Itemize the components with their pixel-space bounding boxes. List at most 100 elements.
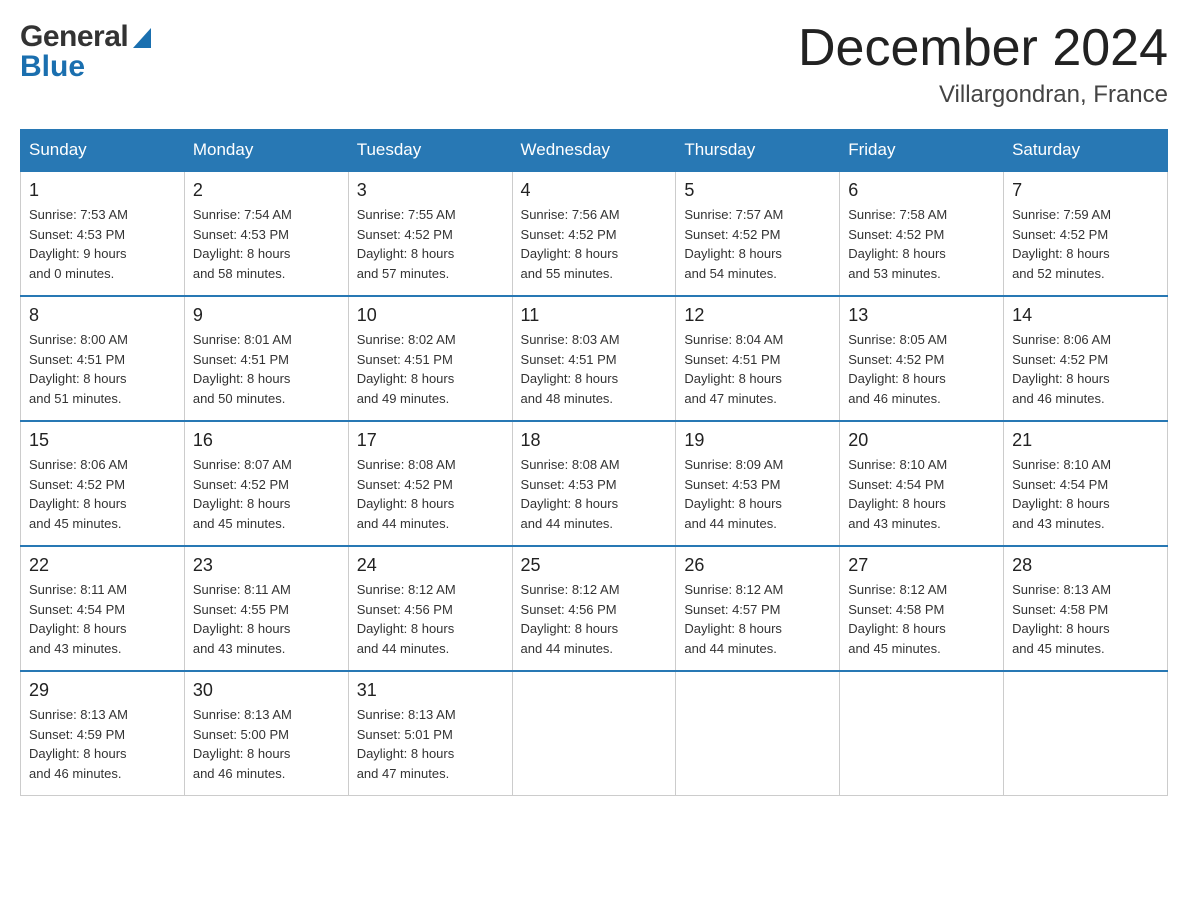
calendar-cell: 5 Sunrise: 7:57 AM Sunset: 4:52 PM Daylig… [676, 171, 840, 296]
day-number: 1 [29, 180, 176, 201]
day-info: Sunrise: 7:59 AM Sunset: 4:52 PM Dayligh… [1012, 205, 1159, 283]
calendar-title: December 2024 [798, 20, 1168, 77]
day-number: 16 [193, 430, 340, 451]
calendar-cell: 30Sunrise: 8:13 AM Sunset: 5:00 PM Dayli… [184, 671, 348, 796]
logo: General Blue [20, 20, 151, 84]
day-number: 26 [684, 555, 831, 576]
day-info: Sunrise: 8:09 AM Sunset: 4:53 PM Dayligh… [684, 455, 831, 533]
calendar-cell: 1Sunrise: 7:53 AM Sunset: 4:53 PM Daylig… [21, 171, 185, 296]
day-info: Sunrise: 8:13 AM Sunset: 5:01 PM Dayligh… [357, 705, 504, 783]
day-info: Sunrise: 8:08 AM Sunset: 4:52 PM Dayligh… [357, 455, 504, 533]
day-info: Sunrise: 7:58 AM Sunset: 4:52 PM Dayligh… [848, 205, 995, 283]
day-info: Sunrise: 8:06 AM Sunset: 4:52 PM Dayligh… [1012, 330, 1159, 408]
calendar-cell: 24 Sunrise: 8:12 AM Sunset: 4:56 PM Dayli… [348, 546, 512, 671]
calendar-cell [840, 671, 1004, 796]
day-number: 23 [193, 555, 340, 576]
day-info: Sunrise: 8:10 AM Sunset: 4:54 PM Dayligh… [1012, 455, 1159, 533]
day-info: Sunrise: 8:06 AM Sunset: 4:52 PM Dayligh… [29, 455, 176, 533]
calendar-cell: 3 Sunrise: 7:55 AM Sunset: 4:52 PM Daylig… [348, 171, 512, 296]
day-info: Sunrise: 8:03 AM Sunset: 4:51 PM Dayligh… [521, 330, 668, 408]
col-header-saturday: Saturday [1004, 130, 1168, 172]
calendar-cell: 19 Sunrise: 8:09 AM Sunset: 4:53 PM Dayli… [676, 421, 840, 546]
day-info: Sunrise: 8:01 AM Sunset: 4:51 PM Dayligh… [193, 330, 340, 408]
day-number: 25 [521, 555, 668, 576]
col-header-friday: Friday [840, 130, 1004, 172]
calendar-week-row: 15 Sunrise: 8:06 AM Sunset: 4:52 PM Dayli… [21, 421, 1168, 546]
day-number: 19 [684, 430, 831, 451]
calendar-cell [1004, 671, 1168, 796]
day-number: 14 [1012, 305, 1159, 326]
day-number: 8 [29, 305, 176, 326]
day-info: Sunrise: 8:11 AM Sunset: 4:55 PM Dayligh… [193, 580, 340, 658]
day-number: 3 [357, 180, 504, 201]
day-number: 18 [521, 430, 668, 451]
day-info: Sunrise: 8:04 AM Sunset: 4:51 PM Dayligh… [684, 330, 831, 408]
day-info: Sunrise: 8:00 AM Sunset: 4:51 PM Dayligh… [29, 330, 176, 408]
day-number: 11 [521, 305, 668, 326]
day-info: Sunrise: 8:11 AM Sunset: 4:54 PM Dayligh… [29, 580, 176, 658]
logo-blue-text: Blue [20, 50, 151, 84]
page-header: General Blue December 2024 Villargondran… [20, 20, 1168, 109]
calendar-cell: 22Sunrise: 8:11 AM Sunset: 4:54 PM Dayli… [21, 546, 185, 671]
calendar-cell: 10 Sunrise: 8:02 AM Sunset: 4:51 PM Dayli… [348, 296, 512, 421]
day-number: 28 [1012, 555, 1159, 576]
calendar-cell: 31 Sunrise: 8:13 AM Sunset: 5:01 PM Dayli… [348, 671, 512, 796]
day-number: 10 [357, 305, 504, 326]
calendar-cell: 13 Sunrise: 8:05 AM Sunset: 4:52 PM Dayli… [840, 296, 1004, 421]
calendar-cell: 21Sunrise: 8:10 AM Sunset: 4:54 PM Dayli… [1004, 421, 1168, 546]
calendar-cell [676, 671, 840, 796]
calendar-cell: 11 Sunrise: 8:03 AM Sunset: 4:51 PM Dayli… [512, 296, 676, 421]
logo-general-text: General [20, 20, 128, 54]
calendar-cell: 28 Sunrise: 8:13 AM Sunset: 4:58 PM Dayli… [1004, 546, 1168, 671]
logo-triangle-icon [130, 28, 151, 46]
day-info: Sunrise: 8:13 AM Sunset: 5:00 PM Dayligh… [193, 705, 340, 783]
calendar-cell: 27 Sunrise: 8:12 AM Sunset: 4:58 PM Dayli… [840, 546, 1004, 671]
calendar-cell: 23 Sunrise: 8:11 AM Sunset: 4:55 PM Dayli… [184, 546, 348, 671]
day-number: 31 [357, 680, 504, 701]
day-info: Sunrise: 7:55 AM Sunset: 4:52 PM Dayligh… [357, 205, 504, 283]
calendar-cell: 15 Sunrise: 8:06 AM Sunset: 4:52 PM Dayli… [21, 421, 185, 546]
calendar-cell: 18 Sunrise: 8:08 AM Sunset: 4:53 PM Dayli… [512, 421, 676, 546]
calendar-cell: 2Sunrise: 7:54 AM Sunset: 4:53 PM Daylig… [184, 171, 348, 296]
day-number: 27 [848, 555, 995, 576]
calendar-header-row: SundayMondayTuesdayWednesdayThursdayFrid… [21, 130, 1168, 172]
day-number: 29 [29, 680, 176, 701]
calendar-cell: 17Sunrise: 8:08 AM Sunset: 4:52 PM Dayli… [348, 421, 512, 546]
calendar-week-row: 22Sunrise: 8:11 AM Sunset: 4:54 PM Dayli… [21, 546, 1168, 671]
day-number: 15 [29, 430, 176, 451]
day-number: 9 [193, 305, 340, 326]
day-info: Sunrise: 7:56 AM Sunset: 4:52 PM Dayligh… [521, 205, 668, 283]
day-info: Sunrise: 8:08 AM Sunset: 4:53 PM Dayligh… [521, 455, 668, 533]
day-info: Sunrise: 8:12 AM Sunset: 4:56 PM Dayligh… [357, 580, 504, 658]
day-info: Sunrise: 8:05 AM Sunset: 4:52 PM Dayligh… [848, 330, 995, 408]
col-header-wednesday: Wednesday [512, 130, 676, 172]
calendar-cell: 14 Sunrise: 8:06 AM Sunset: 4:52 PM Dayli… [1004, 296, 1168, 421]
col-header-monday: Monday [184, 130, 348, 172]
day-info: Sunrise: 8:02 AM Sunset: 4:51 PM Dayligh… [357, 330, 504, 408]
col-header-sunday: Sunday [21, 130, 185, 172]
col-header-tuesday: Tuesday [348, 130, 512, 172]
day-info: Sunrise: 8:12 AM Sunset: 4:56 PM Dayligh… [521, 580, 668, 658]
day-info: Sunrise: 8:13 AM Sunset: 4:58 PM Dayligh… [1012, 580, 1159, 658]
calendar-cell: 7Sunrise: 7:59 AM Sunset: 4:52 PM Daylig… [1004, 171, 1168, 296]
calendar-cell [512, 671, 676, 796]
day-number: 4 [521, 180, 668, 201]
day-info: Sunrise: 8:12 AM Sunset: 4:58 PM Dayligh… [848, 580, 995, 658]
calendar-cell: 9 Sunrise: 8:01 AM Sunset: 4:51 PM Daylig… [184, 296, 348, 421]
day-number: 12 [684, 305, 831, 326]
day-info: Sunrise: 8:10 AM Sunset: 4:54 PM Dayligh… [848, 455, 995, 533]
day-number: 5 [684, 180, 831, 201]
day-number: 2 [193, 180, 340, 201]
day-number: 24 [357, 555, 504, 576]
day-info: Sunrise: 7:57 AM Sunset: 4:52 PM Dayligh… [684, 205, 831, 283]
calendar-week-row: 1Sunrise: 7:53 AM Sunset: 4:53 PM Daylig… [21, 171, 1168, 296]
day-info: Sunrise: 8:13 AM Sunset: 4:59 PM Dayligh… [29, 705, 176, 783]
calendar-week-row: 29 Sunrise: 8:13 AM Sunset: 4:59 PM Dayli… [21, 671, 1168, 796]
day-info: Sunrise: 8:12 AM Sunset: 4:57 PM Dayligh… [684, 580, 831, 658]
calendar-cell: 16Sunrise: 8:07 AM Sunset: 4:52 PM Dayli… [184, 421, 348, 546]
calendar-cell: 12 Sunrise: 8:04 AM Sunset: 4:51 PM Dayli… [676, 296, 840, 421]
calendar-week-row: 8 Sunrise: 8:00 AM Sunset: 4:51 PM Daylig… [21, 296, 1168, 421]
col-header-thursday: Thursday [676, 130, 840, 172]
calendar-cell: 6Sunrise: 7:58 AM Sunset: 4:52 PM Daylig… [840, 171, 1004, 296]
day-number: 13 [848, 305, 995, 326]
